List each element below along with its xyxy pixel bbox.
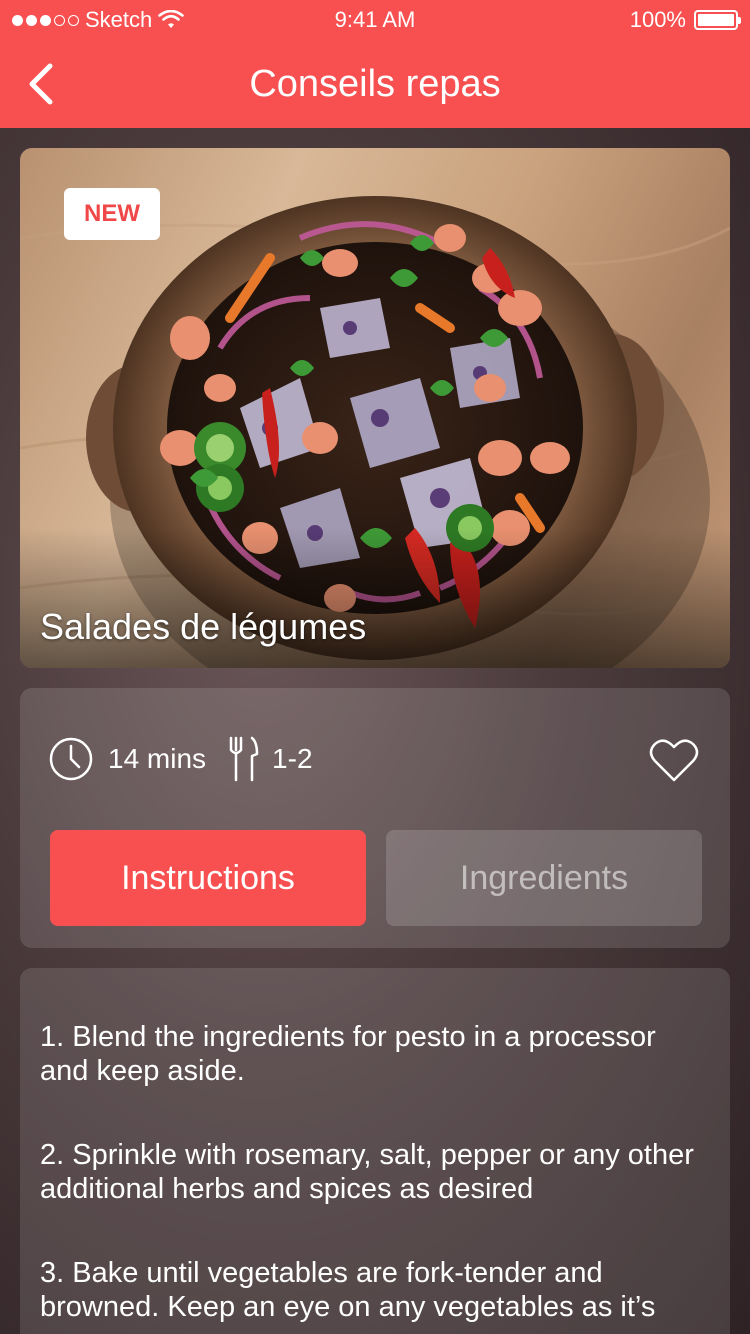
signal-strength-icon	[12, 14, 79, 26]
carrier-name: Sketch	[85, 7, 153, 32]
instruction-step: 1. Blend the ingredients for pesto in a …	[40, 1021, 656, 1087]
heart-icon	[649, 739, 699, 782]
servings: 1-2	[272, 743, 313, 774]
instruction-step: 2. Sprinkle with rosemary, salt, pepper …	[40, 1139, 694, 1205]
cook-time: 14 mins	[108, 743, 207, 774]
page-title: Conseils repas	[249, 62, 501, 105]
status-bar: Sketch 9:41 AM 100%	[0, 0, 750, 40]
status-time: 9:41 AM	[334, 7, 416, 32]
status-right: 100%	[488, 7, 741, 33]
wifi-icon	[158, 10, 185, 28]
instruction-step: 3. Bake until vegetables are fork-tender…	[40, 1257, 656, 1323]
new-badge: NEW	[64, 188, 160, 240]
recipe-meta: 14 mins 1-2	[48, 736, 313, 782]
recipe-hero-card[interactable]: NEW Salades de légumes	[20, 148, 730, 668]
back-button[interactable]	[24, 60, 64, 108]
recipe-info-card: 14 mins 1-2 Instructions Ingredients	[20, 688, 730, 948]
status-left: Sketch	[12, 7, 262, 33]
chevron-left-icon	[29, 63, 53, 105]
favorite-button[interactable]	[648, 736, 700, 784]
recipe-title: Salades de légumes	[40, 606, 367, 647]
battery-percent: 100%	[629, 7, 686, 32]
battery-fill	[698, 14, 734, 26]
nav-bar: Conseils repas	[0, 40, 750, 128]
cutlery-icon	[229, 736, 259, 782]
tab-instructions[interactable]: Instructions	[50, 830, 366, 926]
instructions-card: 1. Blend the ingredients for pesto in a …	[20, 968, 730, 1334]
clock-icon	[49, 737, 93, 781]
tab-ingredients[interactable]: Ingredients	[386, 830, 702, 926]
battery-icon	[694, 10, 741, 30]
